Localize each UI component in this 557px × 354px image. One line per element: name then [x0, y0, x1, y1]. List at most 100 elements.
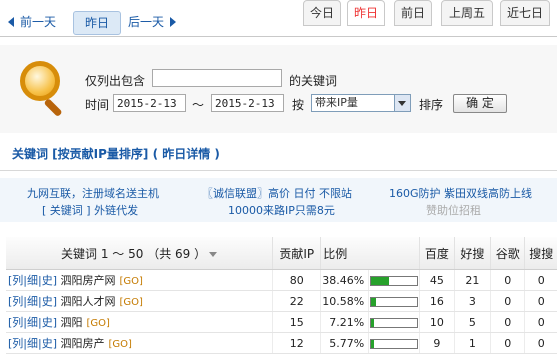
tab-yesterday[interactable]: 昨日	[347, 0, 385, 26]
go-link[interactable]: [GO]	[120, 276, 143, 287]
ad-link-2[interactable]: 〖诚信联盟〗高价 日付 不限站	[202, 185, 352, 201]
ratio-bar-fill	[371, 297, 377, 306]
keyword-suffix-label: 的关键词	[289, 74, 338, 88]
ratio-bar	[370, 296, 419, 307]
by-label: 按	[292, 98, 305, 112]
divider	[0, 170, 557, 171]
sogou-cell: 0	[524, 332, 557, 354]
ad-link-4[interactable]: [ 关键词 ] 外链代发	[42, 202, 138, 218]
filter-panel: 仅列出包含 的关键词 时间 2015-2-13 ～ 2015-2-13 按 带来…	[0, 45, 557, 133]
ratio-cell: 10.58%	[320, 290, 370, 312]
google-cell: 0	[490, 290, 526, 312]
keyword-link[interactable]: 泗阳房产网	[61, 274, 116, 287]
search-icon	[20, 61, 60, 101]
haosou-cell: 21	[454, 269, 492, 291]
sort-by-select[interactable]: 带来IP量	[311, 94, 411, 112]
col-keyword[interactable]: 关键词 1 ～ 50 （共 69 ）	[6, 237, 274, 270]
ratio-bar	[370, 275, 419, 286]
go-link[interactable]: [GO]	[120, 297, 143, 308]
col-haosou[interactable]: 好搜	[454, 237, 492, 270]
haosou-cell: 3	[454, 290, 492, 312]
date-navigation: 前一天 昨日 后一天 今日 昨日 前日 上周五 近七日	[0, 0, 557, 40]
keyword-table: 关键词 1 ～ 50 （共 69 ） 贡献IP 比例 百度 好搜 谷歌 搜搜 […	[6, 237, 557, 354]
haosou-cell: 1	[454, 332, 492, 354]
chevron-down-icon	[394, 95, 410, 111]
search-icon-handle	[43, 98, 63, 118]
ratio-bar-cell	[368, 332, 421, 354]
table-row: [列|细|史] 泗阳房产 [GO] 12 5.77% 9 1 0 0	[6, 332, 557, 354]
table-header-row: 关键词 1 ～ 50 （共 69 ） 贡献IP 比例 百度 好搜 谷歌 搜搜	[6, 237, 557, 270]
range-separator: ～	[192, 98, 205, 112]
keyword-cell: [列|细|史] 泗阳房产 [GO]	[6, 332, 274, 354]
keyword-link[interactable]: 泗阳人才网	[61, 295, 116, 308]
ip-cell: 80	[272, 269, 322, 291]
col-sogou[interactable]: 搜搜	[524, 237, 557, 270]
sogou-cell: 0	[524, 269, 557, 291]
col-ip[interactable]: 贡献IP	[272, 237, 322, 270]
go-link[interactable]: [GO]	[87, 318, 110, 329]
divider	[0, 36, 557, 37]
ip-cell: 15	[272, 311, 322, 333]
ratio-cell: 7.21%	[320, 311, 370, 333]
ratio-cell: 5.77%	[320, 332, 370, 354]
tab-day-before[interactable]: 前日	[394, 0, 432, 26]
baidu-cell: 16	[419, 290, 455, 312]
ad-area: 九网互联，注册域名送主机 〖诚信联盟〗高价 日付 不限站 160G防护 紫田双线…	[0, 178, 557, 222]
section-title: 关键词 [按贡献IP量排序] ( 昨日详情 )	[12, 147, 220, 161]
ratio-bar-cell	[368, 290, 421, 312]
baidu-cell: 10	[419, 311, 455, 333]
ad-link-1[interactable]: 九网互联，注册域名送主机	[27, 185, 159, 201]
arrow-right-icon	[170, 17, 177, 27]
table-row: [列|细|史] 泗阳房产网 [GO] 80 38.46% 45 21 0 0	[6, 269, 557, 291]
google-cell: 0	[490, 269, 526, 291]
time-label: 时间	[85, 98, 110, 112]
tab-last-seven-days[interactable]: 近七日	[500, 0, 550, 26]
ad-link-6[interactable]: 赞助位招租	[426, 202, 481, 218]
next-day-label: 后一天	[128, 15, 165, 29]
ad-link-5[interactable]: 10000来路IP只需8元	[228, 202, 335, 218]
ip-cell: 22	[272, 290, 322, 312]
tab-last-friday[interactable]: 上周五	[441, 0, 493, 26]
ratio-bar	[370, 317, 419, 328]
order-label: 排序	[419, 98, 444, 112]
contains-label: 仅列出包含	[85, 74, 146, 88]
haosou-cell: 5	[454, 311, 492, 333]
col-ratio[interactable]: 比例	[320, 237, 421, 270]
sogou-cell: 0	[524, 311, 557, 333]
date-from-input[interactable]: 2015-2-13	[113, 94, 186, 112]
prev-day-label: 前一天	[20, 15, 57, 29]
baidu-cell: 9	[419, 332, 455, 354]
google-cell: 0	[490, 332, 526, 354]
row-links[interactable]: [列|细|史]	[8, 295, 57, 308]
go-link[interactable]: [GO]	[109, 339, 132, 350]
baidu-cell: 45	[419, 269, 455, 291]
col-google[interactable]: 谷歌	[490, 237, 526, 270]
google-cell: 0	[490, 311, 526, 333]
ip-cell: 12	[272, 332, 322, 354]
ad-link-3[interactable]: 160G防护 紫田双线高防上线	[389, 185, 532, 201]
date-to-input[interactable]: 2015-2-13	[211, 94, 284, 112]
confirm-button[interactable]: 确 定	[453, 94, 507, 113]
next-day-link[interactable]: 后一天	[128, 12, 177, 32]
row-links[interactable]: [列|细|史]	[8, 274, 57, 287]
ratio-bar-cell	[368, 311, 421, 333]
col-baidu[interactable]: 百度	[419, 237, 455, 270]
ratio-bar-cell	[368, 269, 421, 291]
prev-day-link[interactable]: 前一天	[8, 12, 56, 32]
arrow-left-icon	[8, 17, 14, 27]
keyword-filter-input[interactable]	[152, 69, 282, 87]
sogou-cell: 0	[524, 290, 557, 312]
sort-by-value: 带来IP量	[315, 96, 358, 109]
row-links[interactable]: [列|细|史]	[8, 316, 57, 329]
ratio-cell: 38.46%	[320, 269, 370, 291]
keyword-cell: [列|细|史] 泗阳人才网 [GO]	[6, 290, 274, 312]
tab-today[interactable]: 今日	[303, 0, 341, 26]
ratio-bar-fill	[371, 318, 375, 327]
sort-down-icon	[209, 251, 218, 257]
keyword-link[interactable]: 泗阳	[61, 316, 83, 329]
current-day-badge: 昨日	[73, 11, 121, 35]
table-row: [列|细|史] 泗阳 [GO] 15 7.21% 10 5 0 0	[6, 311, 557, 333]
keyword-cell: [列|细|史] 泗阳房产网 [GO]	[6, 269, 274, 291]
keyword-cell: [列|细|史] 泗阳 [GO]	[6, 311, 274, 333]
ratio-bar-fill	[371, 276, 389, 285]
